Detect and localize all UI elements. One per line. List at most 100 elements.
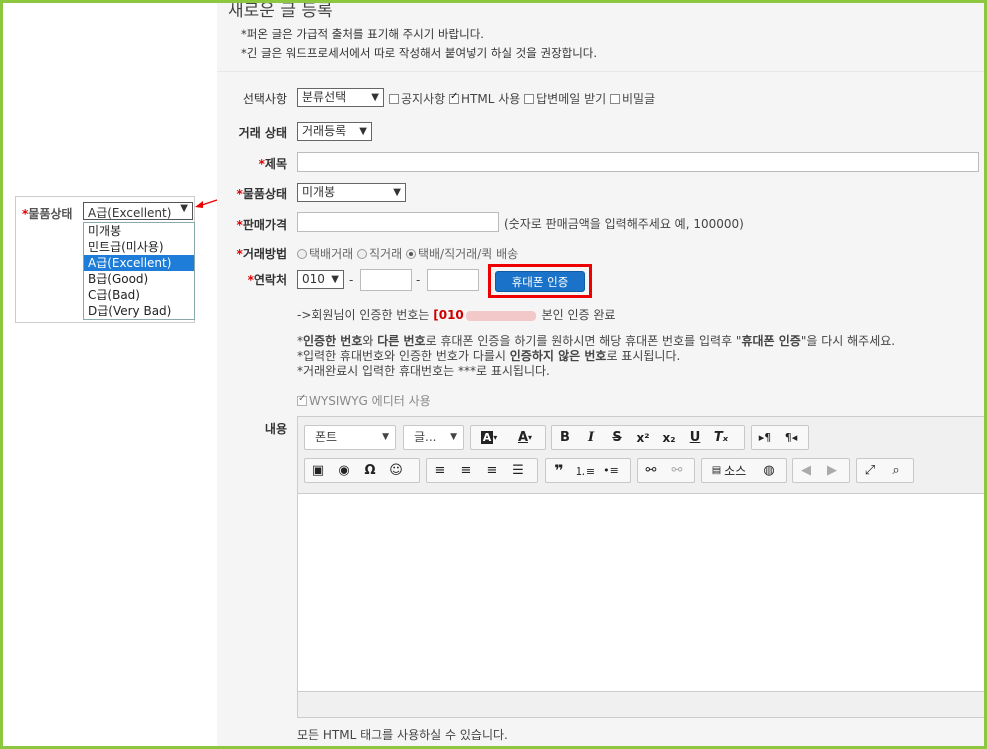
dash-2: - [416, 273, 421, 287]
trade-method-label: *거래방법 [236, 247, 287, 261]
list-group: ❞ ⒈≡ •≡ [545, 458, 631, 483]
chevron-down-icon: ▼ [371, 92, 379, 103]
bold-icon[interactable]: B [552, 426, 578, 449]
dash-1: - [349, 273, 354, 287]
popup-label: *물품상태 [22, 207, 73, 221]
popup-option[interactable]: 미개봉 [84, 223, 194, 239]
divider [217, 71, 984, 72]
color-group: A ▾ A ▾ [470, 425, 546, 450]
link-group: ⚯ ⚯ [637, 458, 695, 483]
numbered-list-icon[interactable]: ⒈≡ [572, 459, 598, 482]
editor-statusbar [298, 691, 986, 717]
chevron-down-icon: ▼ [359, 126, 367, 137]
redacted-number [465, 310, 536, 321]
align-left-icon[interactable]: ≡ [427, 459, 453, 482]
item-state-dropdown-preview: *물품상태 A급(Excellent) ▼ 미개봉 민트급(미사용) A급(Excel… [15, 196, 195, 323]
smiley-icon[interactable]: ☺ [383, 459, 409, 482]
html-checkbox[interactable] [449, 91, 459, 104]
chevron-down-icon: ▼ [331, 274, 339, 285]
image-icon[interactable]: ▣ [305, 459, 331, 482]
main-panel: 새로운 글 등록 *퍼온 글은 가급적 출처를 표기해 주시기 바랍니다. *긴… [217, 1, 987, 746]
direction-group: ▸¶ ¶◂ [751, 425, 809, 450]
font-combo[interactable]: 폰트 ▼ [304, 425, 396, 450]
verify-highlight: 휴대폰 인증 [488, 264, 592, 298]
item-state-select[interactable]: 미개봉 ▼ [297, 183, 406, 202]
item-state-label: *물품상태 [236, 187, 287, 201]
align-right-icon[interactable]: ≡ [479, 459, 505, 482]
phone-prefix-select[interactable]: 010 ▼ [297, 270, 344, 289]
bg-color-icon[interactable]: A ▾ [471, 426, 507, 449]
phone-middle-input[interactable] [360, 269, 412, 291]
radio-all[interactable] [405, 248, 416, 259]
footer-note: 모든 HTML 태그를 사용하실 수 있습니다. [297, 728, 508, 742]
link-icon[interactable]: ⚯ [638, 459, 664, 482]
format-group: B I S x² x₂ U Tₓ [551, 425, 745, 450]
rtl-icon[interactable]: ¶◂ [778, 426, 804, 449]
notice-checkbox[interactable] [389, 93, 399, 104]
page-title: 새로운 글 등록 [228, 1, 333, 21]
preview-icon[interactable]: ⌕ [883, 459, 909, 482]
view-group: ⤢ ⌕ [856, 458, 914, 483]
price-input[interactable] [297, 212, 499, 232]
popup-select[interactable]: A급(Excellent) ▼ [83, 202, 193, 220]
chevron-down-icon: ▼ [393, 187, 401, 198]
wysiwyg-checkbox[interactable] [297, 393, 307, 406]
italic-icon[interactable]: I [578, 426, 604, 449]
align-center-icon[interactable]: ≡ [453, 459, 479, 482]
ltr-icon[interactable]: ▸¶ [752, 426, 778, 449]
price-hint: (숫자로 판매금액을 입력해주세요 예, 100000) [504, 217, 744, 231]
trade-state-select[interactable]: 거래등록 ▼ [297, 122, 372, 141]
chevron-down-icon: ▼ [180, 203, 188, 214]
category-label: 선택사항 [242, 92, 287, 106]
phone-last-input[interactable] [427, 269, 479, 291]
options-checkboxes: 공지사항 HTML 사용 답변메일 받기 비밀글 [389, 90, 655, 107]
underline-icon[interactable]: U [682, 426, 708, 449]
radio-direct[interactable] [357, 248, 367, 259]
popup-option[interactable]: D급(Very Bad) [84, 303, 194, 319]
fullscreen-icon[interactable]: ⤢ [857, 459, 883, 482]
superscript-icon[interactable]: x² [630, 426, 656, 449]
phone-verify-button[interactable]: 휴대폰 인증 [495, 271, 585, 292]
info-text: *인증한 번호와 다른 번호로 휴대폰 인증을 하기를 원하시면 해당 휴대폰 … [297, 334, 896, 378]
secret-checkbox[interactable] [610, 93, 621, 104]
contact-label: *연락처 [247, 273, 287, 287]
special-char-icon[interactable]: Ω [357, 459, 383, 482]
flash-icon[interactable]: ◉ [331, 459, 357, 482]
subject-label: *제목 [258, 157, 287, 171]
unlink-icon[interactable]: ⚯ [664, 459, 690, 482]
trade-state-label: 거래 상태 [238, 126, 287, 140]
verify-message: ->회원님이 인증한 번호는 [010 본인 인증 완료 [297, 308, 616, 322]
editor-toolbar: 폰트 ▼ 글... ▼ A ▾ A ▾ B I S x² x₂ U Tₓ ▸¶ ¶◂ ▣ [298, 417, 987, 494]
font-size-combo[interactable]: 글... ▼ [403, 425, 464, 450]
globe-icon[interactable]: ◍ [756, 459, 782, 482]
rich-text-editor: 폰트 ▼ 글... ▼ A ▾ A ▾ B I S x² x₂ U Tₓ ▸¶ ¶◂ ▣ [297, 416, 987, 718]
popup-option[interactable]: 민트급(미사용) [84, 239, 194, 255]
subscript-icon[interactable]: x₂ [656, 426, 682, 449]
radio-delivery[interactable] [297, 248, 307, 259]
content-label: 내용 [264, 422, 287, 436]
align-group: ≡ ≡ ≡ ☰ [426, 458, 538, 483]
redo-icon[interactable]: ▶ [819, 459, 845, 482]
category-select[interactable]: 분류선택 ▼ [297, 88, 384, 107]
popup-options-list: 미개봉 민트급(미사용) A급(Excellent) B급(Good) C급(Bad) D… [83, 222, 195, 320]
popup-option[interactable]: C급(Bad) [84, 287, 194, 303]
left-panel: *물품상태 A급(Excellent) ▼ 미개봉 민트급(미사용) A급(Excel… [3, 3, 217, 746]
blockquote-icon[interactable]: ❞ [546, 459, 572, 482]
insert-group: ▣ ◉ Ω ☺ [304, 458, 420, 483]
bulleted-list-icon[interactable]: •≡ [598, 459, 624, 482]
reply-mail-checkbox[interactable] [524, 93, 535, 104]
text-color-icon[interactable]: A ▾ [507, 426, 543, 449]
source-group: ▤ 소스 ◍ [701, 458, 787, 483]
subject-input[interactable] [297, 152, 979, 172]
clear-format-icon[interactable]: Tₓ [708, 426, 734, 449]
undo-icon[interactable]: ◀ [793, 459, 819, 482]
source-button[interactable]: ▤ 소스 [702, 459, 756, 482]
price-label: *판매가격 [236, 218, 287, 232]
align-justify-icon[interactable]: ☰ [505, 459, 531, 482]
strike-icon[interactable]: S [604, 426, 630, 449]
notes: *퍼온 글은 가급적 출처를 표기해 주시기 바랍니다. *긴 글은 워드프로세… [241, 27, 598, 60]
wysiwyg-toggle[interactable]: WYSIWYG 에디터 사용 [297, 392, 431, 409]
popup-option[interactable]: A급(Excellent) [84, 255, 194, 271]
popup-option[interactable]: B급(Good) [84, 271, 194, 287]
history-group: ◀ ▶ [792, 458, 850, 483]
